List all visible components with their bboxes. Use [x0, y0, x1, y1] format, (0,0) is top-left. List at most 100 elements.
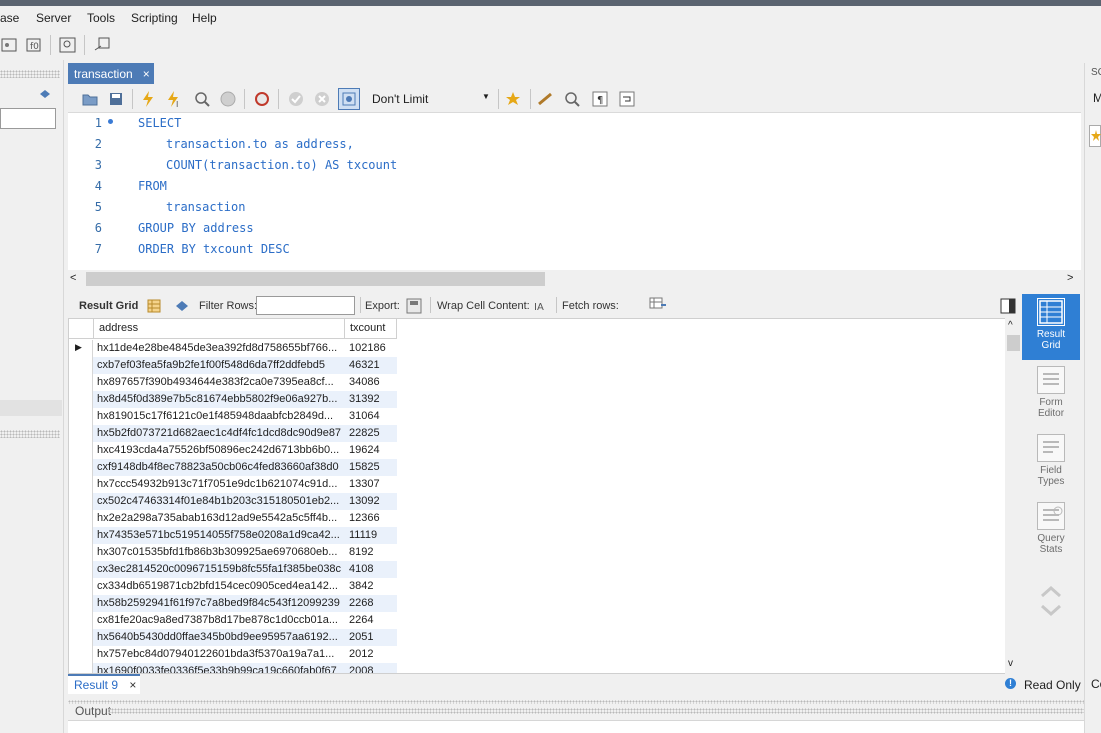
- query-stats-button[interactable]: Query Stats: [1022, 498, 1080, 564]
- menu-tools[interactable]: Tools: [87, 11, 115, 25]
- table-row[interactable]: hx8d45f0d389e7b5c81674ebb5802f9e06a927b.…: [69, 391, 399, 408]
- add-snippet-icon[interactable]: [504, 89, 524, 109]
- row-header[interactable]: [69, 510, 93, 527]
- invisible-chars-icon[interactable]: ¶: [590, 89, 610, 109]
- table-row[interactable]: hx5640b5430dd0ffae345b0bd9ee95957aa6192.…: [69, 629, 399, 646]
- save-icon[interactable]: [106, 89, 126, 109]
- tab-result-9[interactable]: Result 9 ×: [68, 674, 140, 694]
- scroll-thumb[interactable]: [1007, 335, 1020, 351]
- cell-txcount[interactable]: 2264: [345, 612, 397, 629]
- row-header[interactable]: [69, 408, 93, 425]
- cell-txcount[interactable]: 4108: [345, 561, 397, 578]
- scroll-up-icon[interactable]: ^: [1008, 320, 1013, 331]
- refresh-icon[interactable]: [38, 88, 52, 100]
- grid-view-icon[interactable]: [144, 296, 164, 316]
- cell-address[interactable]: cx334db6519871cb2bfd154cec0905ced4ea142.…: [93, 578, 345, 595]
- table-row[interactable]: cxf9148db4f8ec78823a50cb06c4fed83660af38…: [69, 459, 399, 476]
- navigator-search-input[interactable]: [0, 108, 56, 129]
- row-header[interactable]: [69, 425, 93, 442]
- field-types-button[interactable]: Field Types: [1022, 430, 1080, 496]
- cell-address[interactable]: hxc4193cda4a75526bf50896ec242d6713bb6b0.…: [93, 442, 345, 459]
- menu-database[interactable]: ase: [0, 11, 19, 25]
- row-header[interactable]: [69, 374, 93, 391]
- row-header[interactable]: [69, 561, 93, 578]
- wrap-lines-icon[interactable]: [617, 89, 637, 109]
- sql-editor[interactable]: 1 SELECT 2 transaction.to as address, 3 …: [68, 113, 1081, 270]
- more-chevron-icon[interactable]: [1040, 584, 1062, 620]
- row-header[interactable]: [69, 476, 93, 493]
- row-header[interactable]: [69, 578, 93, 595]
- table-row[interactable]: hx307c01535bfd1fb86b3b309925ae6970680eb.…: [69, 544, 399, 561]
- cell-address[interactable]: hx307c01535bfd1fb86b3b309925ae6970680eb.…: [93, 544, 345, 561]
- cell-address[interactable]: cx3ec2814520c0096715159b8fc55fa1f385be03…: [93, 561, 345, 578]
- form-editor-button[interactable]: Form Editor: [1022, 362, 1080, 428]
- row-header[interactable]: ▶: [69, 340, 93, 357]
- cell-address[interactable]: cx502c47463314f01e84b1b203c315180501eb2.…: [93, 493, 345, 510]
- row-header[interactable]: [69, 595, 93, 612]
- commit-icon[interactable]: [286, 89, 306, 109]
- cell-txcount[interactable]: 15825: [345, 459, 397, 476]
- export-icon[interactable]: [404, 296, 424, 316]
- result-grid[interactable]: address txcount ▶ hx11de4e28be4845de3ea39…: [68, 318, 1022, 674]
- function-icon[interactable]: f0: [24, 35, 44, 55]
- scroll-thumb[interactable]: [86, 272, 545, 286]
- row-header[interactable]: [69, 493, 93, 510]
- cell-address[interactable]: hx2e2a298a735abab163d12ad9e5542a5c5ff4b.…: [93, 510, 345, 527]
- output-label[interactable]: Output: [75, 704, 111, 718]
- table-row[interactable]: cx502c47463314f01e84b1b203c315180501eb2.…: [69, 493, 399, 510]
- cell-txcount[interactable]: 102186: [345, 340, 397, 357]
- cell-address[interactable]: hx7ccc54932b913c71f7051e9dc1b621074c91d.…: [93, 476, 345, 493]
- cell-address[interactable]: hx5b2fd073721d682aec1c4df4fc1dcd8dc90d9e…: [93, 425, 345, 442]
- editor-horizontal-scrollbar[interactable]: < >: [68, 270, 1081, 288]
- cell-address[interactable]: hx11de4e28be4845de3ea392fd8d758655bf766.…: [93, 340, 345, 357]
- table-row[interactable]: cx81fe20ac9a8ed7387b8d17be878c1d0ccb01a.…: [69, 612, 399, 629]
- cell-txcount[interactable]: 34086: [345, 374, 397, 391]
- menu-help[interactable]: Help: [192, 11, 217, 25]
- toggle-error-icon[interactable]: [252, 89, 272, 109]
- cell-txcount[interactable]: 31392: [345, 391, 397, 408]
- table-row[interactable]: hx74353e571bc519514055f758e0208a1d9ca42.…: [69, 527, 399, 544]
- cell-txcount[interactable]: 19624: [345, 442, 397, 459]
- refresh-icon[interactable]: [172, 296, 192, 316]
- cell-txcount[interactable]: 13307: [345, 476, 397, 493]
- scroll-down-icon[interactable]: v: [1008, 658, 1013, 669]
- find-icon[interactable]: [562, 89, 582, 109]
- table-row[interactable]: hx1690f0033fe0336f5e33b9b99ca19c660fab0f…: [69, 663, 399, 673]
- row-header[interactable]: [69, 527, 93, 544]
- menu-scripting[interactable]: Scripting: [131, 11, 178, 25]
- cell-txcount[interactable]: 13092: [345, 493, 397, 510]
- scroll-right-icon[interactable]: >: [1067, 272, 1073, 284]
- filter-rows-input[interactable]: [256, 296, 355, 315]
- table-row[interactable]: hxc4193cda4a75526bf50896ec242d6713bb6b0.…: [69, 442, 399, 459]
- cell-address[interactable]: cxb7ef03fea5fa9b2fe1f00f548d6da7ff2ddfeb…: [93, 357, 345, 374]
- execute-current-icon[interactable]: I: [164, 89, 184, 109]
- open-folder-icon[interactable]: [80, 89, 100, 109]
- table-row[interactable]: cx3ec2814520c0096715159b8fc55fa1f385be03…: [69, 561, 399, 578]
- cell-address[interactable]: hx74353e571bc519514055f758e0208a1d9ca42.…: [93, 527, 345, 544]
- scroll-left-icon[interactable]: <: [70, 272, 76, 284]
- rollback-icon[interactable]: [312, 89, 332, 109]
- cell-address[interactable]: hx897657f390b4934644e383f2ca0e7395ea8cf.…: [93, 374, 345, 391]
- table-row[interactable]: hx5b2fd073721d682aec1c4df4fc1dcd8dc90d9e…: [69, 425, 399, 442]
- reconnect-icon[interactable]: [92, 35, 112, 55]
- row-header[interactable]: [69, 544, 93, 561]
- cell-address[interactable]: hx1690f0033fe0336f5e33b9b99ca19c660fab0f…: [93, 663, 345, 673]
- row-header[interactable]: [69, 629, 93, 646]
- row-header[interactable]: [69, 357, 93, 374]
- search-table-icon[interactable]: [58, 35, 78, 55]
- table-row[interactable]: ▶ hx11de4e28be4845de3ea392fd8d758655bf766…: [69, 340, 399, 357]
- column-header-txcount[interactable]: txcount: [345, 319, 397, 339]
- table-row[interactable]: hx819015c17f6121c0e1f485948daabfcb2849d.…: [69, 408, 399, 425]
- limit-select[interactable]: Don't Limit ▼: [372, 89, 494, 109]
- grid-vertical-scrollbar[interactable]: ^ v: [1005, 318, 1022, 674]
- toggle-panel-icon[interactable]: [998, 296, 1018, 316]
- row-header[interactable]: [69, 459, 93, 476]
- cell-txcount[interactable]: 2268: [345, 595, 397, 612]
- table-row[interactable]: hx897657f390b4934644e383f2ca0e7395ea8cf.…: [69, 374, 399, 391]
- cell-txcount[interactable]: 3842: [345, 578, 397, 595]
- table-row[interactable]: hx58b2592941f61f97c7a8bed9f84c543f120992…: [69, 595, 399, 612]
- table-row[interactable]: hx757ebc84d07940122601bda3f5370a19a7a1..…: [69, 646, 399, 663]
- table-row[interactable]: cxb7ef03fea5fa9b2fe1f00f548d6da7ff2ddfeb…: [69, 357, 399, 374]
- cell-txcount[interactable]: 12366: [345, 510, 397, 527]
- star-icon[interactable]: [1089, 125, 1101, 147]
